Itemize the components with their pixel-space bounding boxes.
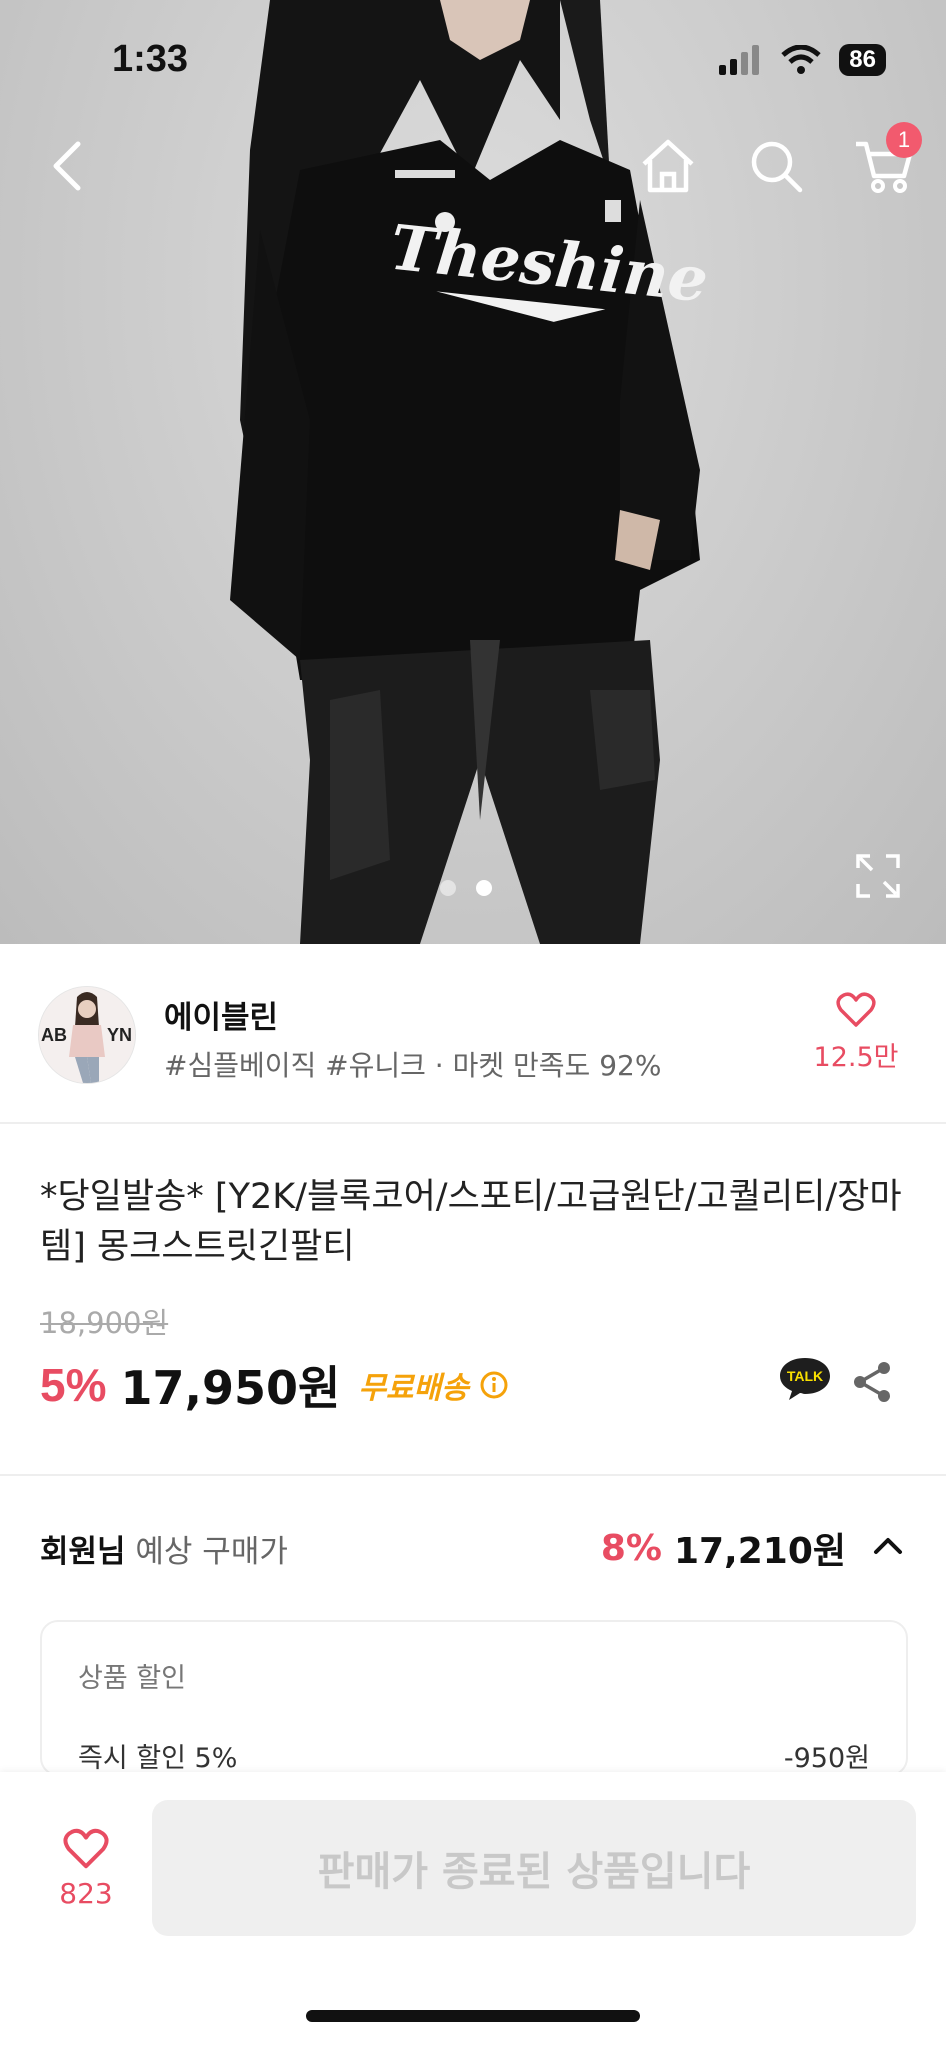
member-price-label: 회원님 예상 구매가 bbox=[40, 1526, 288, 1571]
discount-item-label: 즉시 할인 5% bbox=[78, 1743, 238, 1774]
back-icon[interactable] bbox=[40, 136, 100, 196]
status-bar: 1:33 86 bbox=[0, 0, 946, 120]
wishlist-button[interactable]: 823 bbox=[46, 1828, 126, 1910]
product-image[interactable]: Theshine 1:33 86 1 bbox=[0, 0, 946, 944]
wifi-icon bbox=[781, 45, 821, 74]
talk-label: TALK bbox=[787, 1368, 823, 1384]
seller-section[interactable]: AB YN 에이블린 #심플베이직 #유니크 · 마켓 만족도 92% 12.5… bbox=[0, 944, 946, 1124]
free-shipping-label: 무료배송 bbox=[358, 1371, 469, 1406]
signal-icon bbox=[719, 45, 760, 75]
member-discount: 8% bbox=[600, 1527, 662, 1569]
original-price: 18,900원 bbox=[40, 1306, 169, 1340]
product-title: *당일발송* [Y2K/블록코어/스포티/고급원단/고퀄리티/장마템] 몽크스트… bbox=[40, 1177, 902, 1267]
home-icon[interactable] bbox=[636, 134, 700, 198]
svg-text:YN: YN bbox=[107, 1025, 132, 1045]
member-label-bold: 회원님 bbox=[40, 1534, 126, 1570]
wishlist-count: 823 bbox=[59, 1877, 113, 1910]
battery-indicator: 86 bbox=[839, 44, 886, 76]
bottom-action-bar: 823 판매가 종료된 상품입니다 bbox=[0, 1772, 946, 2047]
expand-icon[interactable] bbox=[854, 852, 902, 900]
pager-dot-active[interactable] bbox=[476, 880, 492, 896]
status-icons: 86 bbox=[719, 44, 886, 76]
member-price: 8% 17,210원 bbox=[601, 1522, 846, 1574]
sale-price: 17,950원 bbox=[120, 1361, 341, 1415]
top-nav: 1 bbox=[0, 120, 946, 220]
share-icon[interactable] bbox=[850, 1360, 894, 1404]
heart-icon bbox=[63, 1828, 109, 1869]
seller-tags: #심플베이직 #유니크 · 마켓 만족도 92% bbox=[164, 1049, 662, 1082]
kakao-talk-icon[interactable]: TALK bbox=[778, 1356, 832, 1402]
seller-avatar[interactable]: AB YN bbox=[38, 986, 136, 1084]
seller-name[interactable]: 에이블린 bbox=[164, 992, 278, 1037]
soldout-button: 판매가 종료된 상품입니다 bbox=[152, 1800, 916, 1936]
discount-detail-box: 상품 할인 즉시 할인 5% -950원 bbox=[40, 1620, 908, 1776]
avatar-image: AB YN bbox=[39, 987, 135, 1083]
svg-text:AB: AB bbox=[41, 1025, 67, 1045]
heart-icon bbox=[836, 992, 876, 1027]
info-icon[interactable] bbox=[479, 1370, 509, 1400]
seller-like-count: 12.5만 bbox=[813, 1042, 899, 1073]
discount-rate: 5% bbox=[40, 1359, 107, 1411]
home-indicator bbox=[306, 2010, 640, 2022]
pager-dot[interactable] bbox=[440, 880, 456, 896]
image-pager bbox=[440, 880, 492, 896]
cart-button[interactable]: 1 bbox=[852, 122, 922, 198]
search-icon[interactable] bbox=[744, 134, 808, 198]
member-label-rest: 예상 구매가 bbox=[125, 1534, 288, 1570]
member-price-value: 17,210원 bbox=[673, 1531, 846, 1572]
discount-item-value: -950원 bbox=[783, 1743, 870, 1774]
seller-like-button[interactable]: 12.5만 bbox=[806, 992, 906, 1074]
cart-count-badge: 1 bbox=[886, 122, 922, 158]
price-row: 5% 17,950원 무료배송 bbox=[40, 1352, 509, 1418]
discount-header: 상품 할인 bbox=[78, 1663, 186, 1694]
chevron-up-icon[interactable] bbox=[870, 1528, 906, 1564]
member-price-row[interactable]: 회원님 예상 구매가 8% 17,210원 bbox=[40, 1520, 906, 1580]
section-divider bbox=[0, 1474, 946, 1476]
status-time: 1:33 bbox=[112, 38, 189, 80]
